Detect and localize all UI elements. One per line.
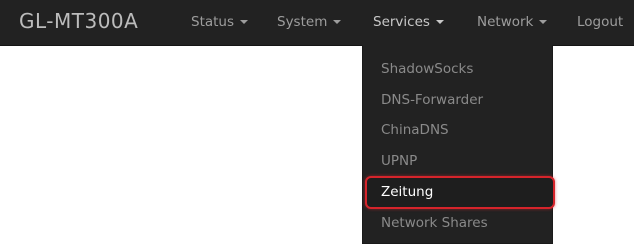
menu-item-shadowsocks[interactable]: ShadowSocks — [363, 54, 552, 84]
nav-network-menu[interactable]: Network — [477, 0, 548, 44]
nav-status-label: Status — [191, 14, 235, 30]
menu-item-dns-forwarder[interactable]: DNS-Forwarder — [363, 85, 552, 115]
chevron-down-icon — [240, 20, 249, 24]
top-navbar: GL-MT300A Status System Services Network… — [0, 0, 634, 46]
services-dropdown-menu: ShadowSocks DNS-Forwarder ChinaDNS UPNP … — [362, 45, 555, 244]
nav-system-menu[interactable]: System — [277, 0, 342, 44]
menu-item-chinadns[interactable]: ChinaDNS — [363, 115, 552, 145]
nav-network-label: Network — [477, 14, 534, 30]
menu-item-upnp[interactable]: UPNP — [363, 146, 552, 176]
nav-status-menu[interactable]: Status — [191, 0, 249, 44]
chevron-down-icon — [333, 20, 342, 24]
nav-logout-label: Logout — [577, 14, 624, 30]
chevron-down-icon — [435, 20, 444, 24]
nav-services-menu[interactable]: Services — [373, 0, 444, 44]
nav-services-label: Services — [373, 14, 430, 30]
nav-logout-link[interactable]: Logout — [577, 0, 623, 44]
nav-system-label: System — [277, 14, 328, 30]
menu-item-network-shares[interactable]: Network Shares — [363, 208, 552, 238]
menu-item-zeitung[interactable]: Zeitung — [363, 177, 552, 207]
brand-title[interactable]: GL-MT300A — [19, 7, 138, 35]
chevron-down-icon — [539, 20, 548, 24]
